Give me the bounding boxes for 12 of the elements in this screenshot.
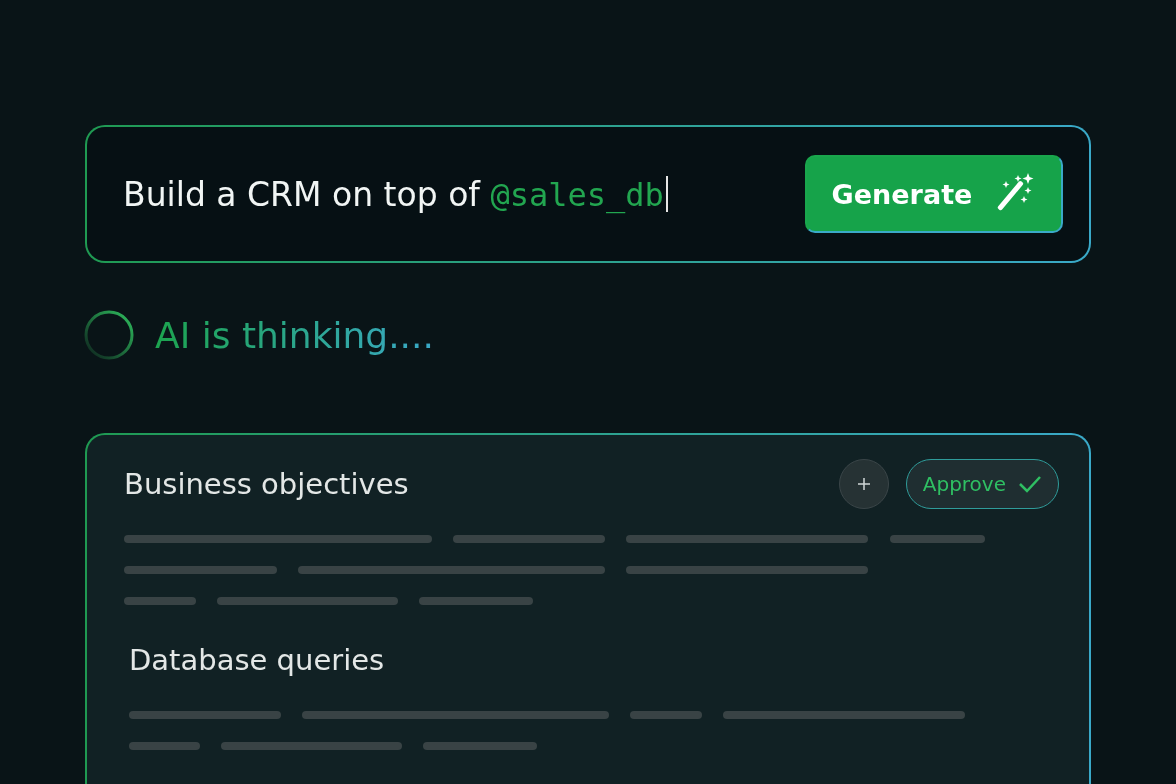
section-title: Database queries [129,643,386,677]
add-button[interactable] [838,459,889,509]
prompt-text: Build a CRM on top of @sales_db [123,174,664,214]
placeholder-line [124,597,196,605]
text-cursor [665,176,668,212]
approve-button[interactable]: Approve [905,459,1059,509]
placeholder-line [630,711,702,719]
plus-icon [857,478,870,490]
section-title: Business objectives [124,467,410,501]
generate-button[interactable]: Generate [805,155,1063,233]
placeholder-line [129,742,200,750]
check-icon [1018,475,1042,493]
